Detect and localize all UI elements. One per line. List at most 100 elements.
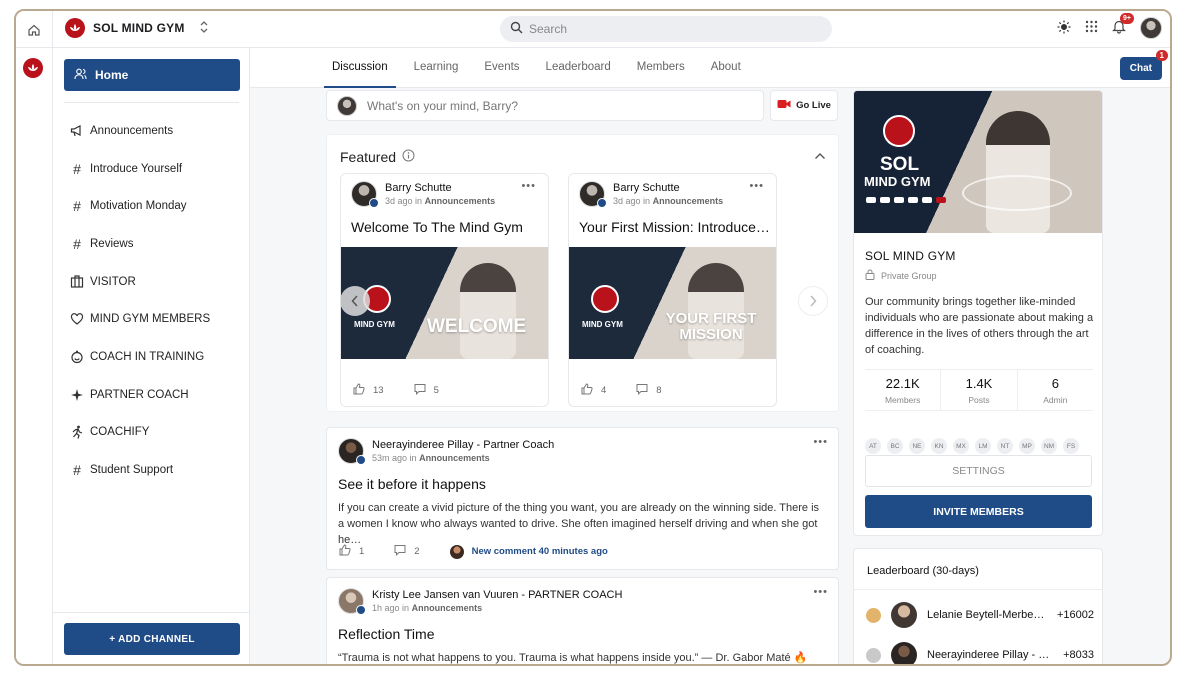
carousel-next-chevron-icon[interactable] bbox=[798, 286, 828, 316]
sidebar-item-motivation-monday[interactable]: # Motivation Monday bbox=[70, 187, 210, 225]
more-options-icon[interactable]: ••• bbox=[749, 180, 764, 192]
invite-members-button[interactable]: INVITE MEMBERS bbox=[865, 495, 1092, 528]
tab-about[interactable]: About bbox=[703, 48, 749, 88]
community-lotus-icon[interactable] bbox=[23, 58, 43, 78]
stat-posts[interactable]: 1.4K Posts bbox=[941, 370, 1018, 410]
stat-label: Admin bbox=[1043, 395, 1068, 405]
comment-icon[interactable] bbox=[414, 383, 426, 398]
chat-badge: 1 bbox=[1155, 50, 1168, 61]
leaderboard-row[interactable]: Lelanie Beytell-Merbe… +16002 bbox=[866, 602, 1094, 628]
hash-icon: # bbox=[73, 235, 81, 252]
featured-card-image[interactable]: MIND GYM YOUR FIRST MISSION bbox=[569, 247, 776, 359]
new-comment-link[interactable]: New comment 40 minutes ago bbox=[472, 546, 608, 557]
featured-card-title[interactable]: Your First Mission: Introduce… bbox=[579, 219, 771, 235]
megaphone-icon bbox=[70, 124, 84, 138]
group-privacy: Private Group bbox=[865, 269, 937, 282]
featured-section: Featured Barry Schutte 3d ago in Announc… bbox=[326, 134, 839, 412]
more-options-icon[interactable]: ••• bbox=[813, 436, 828, 448]
chevron-updown-icon[interactable] bbox=[199, 20, 209, 37]
member-initials-avatar[interactable]: FS bbox=[1063, 438, 1079, 454]
leaderboard-row[interactable]: Neerayinderee Pillay - … +8033 bbox=[866, 642, 1094, 664]
author-name[interactable]: Barry Schutte bbox=[385, 182, 495, 194]
author-avatar[interactable] bbox=[338, 438, 366, 465]
feed-post[interactable]: Kristy Lee Jansen van Vuuren - PARTNER C… bbox=[326, 577, 839, 664]
author-name[interactable]: Neerayinderee Pillay - Partner Coach bbox=[372, 439, 554, 451]
feed-post[interactable]: Neerayinderee Pillay - Partner Coach 53m… bbox=[326, 427, 839, 570]
featured-card-image[interactable]: MIND GYM WELCOME bbox=[341, 247, 548, 359]
member-initials-avatar[interactable]: NT bbox=[997, 438, 1013, 454]
member-initials-avatar[interactable]: AT bbox=[865, 438, 881, 454]
stat-members[interactable]: 22.1K Members bbox=[865, 370, 942, 410]
stat-value: 6 bbox=[1051, 376, 1059, 391]
go-live-button[interactable]: Go Live bbox=[770, 90, 838, 121]
comment-icon[interactable] bbox=[394, 544, 406, 559]
member-initials-avatar[interactable]: LM bbox=[975, 438, 991, 454]
post-channel[interactable]: Announcements bbox=[419, 453, 490, 463]
post-channel[interactable]: Announcements bbox=[412, 603, 483, 613]
tab-events[interactable]: Events bbox=[476, 48, 527, 88]
tab-members[interactable]: Members bbox=[629, 48, 693, 88]
comment-icon[interactable] bbox=[636, 383, 648, 398]
community-switcher[interactable]: SOL MIND GYM bbox=[65, 18, 209, 38]
member-initials-avatar[interactable]: NE bbox=[909, 438, 925, 454]
featured-card-header: Barry Schutte 3d ago in Announcements bbox=[351, 181, 495, 208]
user-avatar[interactable] bbox=[1140, 17, 1162, 39]
sidebar-item-coachify[interactable]: COACHIFY bbox=[70, 414, 210, 452]
more-options-icon[interactable]: ••• bbox=[521, 180, 536, 192]
author-name[interactable]: Kristy Lee Jansen van Vuuren - PARTNER C… bbox=[372, 589, 622, 601]
featured-card[interactable]: Barry Schutte 3d ago in Announcements ••… bbox=[340, 173, 549, 407]
member-initials-avatar[interactable]: MP bbox=[1019, 438, 1035, 454]
post-title[interactable]: Reflection Time bbox=[338, 626, 434, 642]
more-options-icon[interactable]: ••• bbox=[813, 586, 828, 598]
featured-card[interactable]: Barry Schutte 3d ago in Announcements ••… bbox=[568, 173, 777, 407]
sidebar-item-introduce-yourself[interactable]: # Introduce Yourself bbox=[70, 150, 210, 188]
collapse-chevron-icon[interactable] bbox=[814, 149, 826, 163]
like-thumb-icon[interactable] bbox=[339, 544, 351, 559]
section-tabs: Discussion Learning Events Leaderboard M… bbox=[324, 48, 759, 88]
post-title[interactable]: See it before it happens bbox=[338, 476, 486, 492]
author-avatar[interactable] bbox=[351, 181, 379, 208]
post-time: 1h ago bbox=[372, 603, 400, 613]
home-icon[interactable] bbox=[16, 11, 53, 48]
stat-admin[interactable]: 6 Admin bbox=[1018, 370, 1093, 410]
carousel-prev-chevron-icon[interactable] bbox=[340, 286, 370, 316]
search-bar[interactable] bbox=[500, 16, 832, 42]
sidebar-item-announcements[interactable]: Announcements bbox=[70, 112, 210, 150]
apps-grid-icon[interactable] bbox=[1085, 20, 1098, 36]
sidebar-item-mind-gym-members[interactable]: MIND GYM MEMBERS bbox=[70, 300, 210, 338]
group-cover-image: SOL MIND GYM bbox=[854, 91, 1102, 233]
search-input[interactable] bbox=[529, 22, 809, 36]
member-initials-avatar[interactable]: NM bbox=[1041, 438, 1057, 454]
notifications-bell-icon[interactable]: 9+ bbox=[1112, 13, 1134, 37]
theme-sun-icon[interactable] bbox=[1057, 20, 1071, 37]
post-channel[interactable]: Announcements bbox=[653, 196, 724, 206]
post-channel[interactable]: Announcements bbox=[425, 196, 496, 206]
member-initials-avatar[interactable]: BC bbox=[887, 438, 903, 454]
hero-sol-text: SOL bbox=[880, 154, 920, 175]
sidebar-item-visitor[interactable]: VISITOR bbox=[70, 263, 210, 301]
tab-learning[interactable]: Learning bbox=[406, 48, 467, 88]
settings-button[interactable]: SETTINGS bbox=[865, 455, 1092, 487]
sidebar-item-student-support[interactable]: # Student Support bbox=[70, 451, 210, 489]
tab-leaderboard[interactable]: Leaderboard bbox=[538, 48, 619, 88]
author-avatar[interactable] bbox=[579, 181, 607, 208]
post-meta: 3d ago in Announcements bbox=[385, 196, 495, 206]
author-name[interactable]: Barry Schutte bbox=[613, 182, 723, 194]
post-composer[interactable] bbox=[326, 90, 764, 121]
info-icon[interactable] bbox=[402, 149, 415, 165]
like-thumb-icon[interactable] bbox=[581, 383, 593, 398]
sidebar-item-home[interactable]: Home bbox=[64, 59, 240, 91]
sidebar-item-reviews[interactable]: # Reviews bbox=[70, 225, 210, 263]
sidebar-item-partner-coach[interactable]: PARTNER COACH bbox=[70, 376, 210, 414]
like-thumb-icon[interactable] bbox=[353, 383, 365, 398]
tab-discussion[interactable]: Discussion bbox=[324, 48, 396, 88]
author-avatar[interactable] bbox=[338, 588, 366, 615]
chat-button[interactable]: Chat 1 bbox=[1119, 50, 1168, 80]
member-initials-avatar[interactable]: MX bbox=[953, 438, 969, 454]
member-initials-avatar[interactable]: KN bbox=[931, 438, 947, 454]
add-channel-button[interactable]: + ADD CHANNEL bbox=[64, 623, 240, 655]
featured-card-title[interactable]: Welcome To The Mind Gym bbox=[351, 219, 543, 235]
heart-hand-icon bbox=[70, 312, 84, 326]
composer-input[interactable] bbox=[367, 98, 747, 113]
sidebar-item-coach-in-training[interactable]: COACH IN TRAINING bbox=[70, 338, 210, 376]
